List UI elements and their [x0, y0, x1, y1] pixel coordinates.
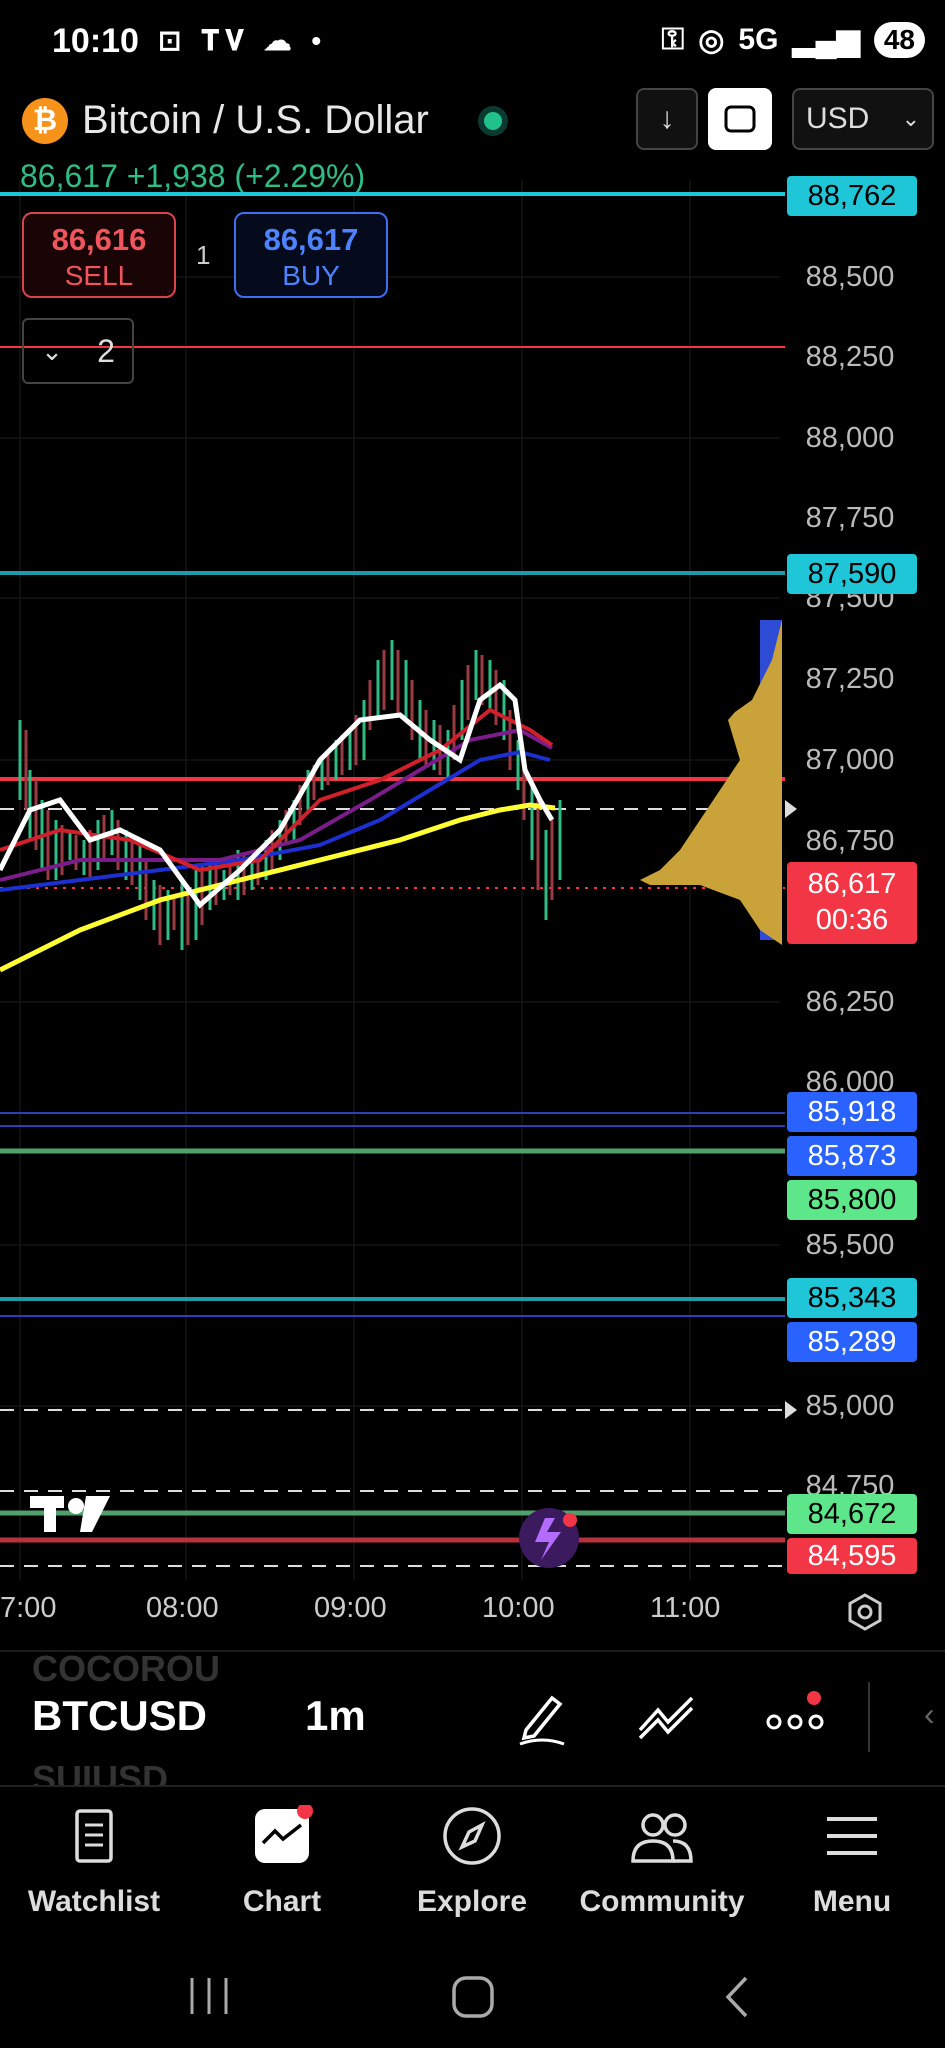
- more-options-icon[interactable]: [764, 1686, 826, 1748]
- price-axis-label: 86,750: [805, 825, 895, 857]
- price-tag: 85,918: [787, 1092, 917, 1132]
- buy-label: BUY: [282, 260, 340, 291]
- drawing-pen-icon[interactable]: [512, 1686, 574, 1748]
- hotspot-icon: ◎: [698, 23, 725, 57]
- nav-label: Explore: [416, 1885, 528, 1918]
- nav-label: Watchlist: [27, 1885, 161, 1918]
- time-axis-label: 09:00: [314, 1592, 387, 1624]
- price-axis-label: 87,250: [805, 663, 895, 695]
- price-tag: 85,800: [787, 1180, 917, 1220]
- bottom-navigation: Watchlist Chart Explore Community Menu: [0, 1785, 945, 1942]
- indicators-collapse-button[interactable]: ⌄ 2: [22, 318, 134, 384]
- symbol-selector[interactable]: BTCUSD: [32, 1692, 207, 1740]
- watchlist-icon: [75, 1809, 113, 1863]
- price-axis-label: 86,250: [805, 986, 895, 1018]
- time-axis-label: 10:00: [482, 1592, 555, 1624]
- interval-selector[interactable]: 1m: [305, 1692, 366, 1740]
- nav-menu[interactable]: Menu: [772, 1805, 932, 1919]
- status-notification-icons: ⊡ 𝐓𝐕 ☁ •: [158, 25, 328, 56]
- hamburger-menu-icon: [827, 1817, 877, 1855]
- toolbar-divider: [868, 1682, 870, 1752]
- buy-price: 86,617: [263, 222, 359, 257]
- status-right-group: ⚿ ◎ 5G ▂▄▆ 48: [661, 22, 925, 58]
- time-axis-label: 08:00: [146, 1592, 219, 1624]
- symbol-title[interactable]: Bitcoin / U.S. Dollar: [82, 98, 429, 143]
- status-time: 10:10: [52, 22, 139, 60]
- back-icon[interactable]: [722, 1974, 752, 2020]
- time-axis-label: 11:00: [650, 1592, 721, 1624]
- chevron-down-icon: ⌄: [901, 106, 920, 131]
- network-label: 5G: [738, 23, 779, 56]
- key-icon: ⚿: [661, 23, 685, 56]
- chevron-left-icon[interactable]: ‹: [924, 1696, 935, 1733]
- ai-assistant-icon: [519, 1508, 579, 1568]
- nav-label: Chart: [242, 1885, 322, 1918]
- chevron-down-icon: ⌄: [41, 335, 63, 366]
- price-tag: 87,590: [787, 554, 917, 594]
- nav-label: Community: [579, 1885, 745, 1918]
- chart-toolbar: COCOROU BTCUSD 1m SUIUSD ‹: [0, 1648, 945, 1799]
- price-tag: 85,289: [787, 1322, 917, 1362]
- price-tag: 88,762: [787, 176, 917, 216]
- price-tag: 84,672: [787, 1494, 917, 1534]
- currency-label: USD: [806, 102, 870, 135]
- signal-icon: ▂▄▆: [792, 23, 860, 57]
- home-icon[interactable]: [450, 1974, 496, 2020]
- community-icon: [631, 1813, 693, 1863]
- recent-apps-icon[interactable]: [186, 1974, 232, 2018]
- axis-arrow-icon: [785, 800, 797, 818]
- sell-price: 86,616: [51, 222, 147, 257]
- fullscreen-button[interactable]: [708, 88, 772, 150]
- bar-countdown: 00:36: [815, 904, 889, 936]
- volume-profile: [640, 620, 782, 945]
- price-chart[interactable]: 88,500 88,250 88,000 87,750 87,500 87,250 87,0…: [0, 176, 945, 1580]
- chart-settings-icon[interactable]: [845, 1592, 885, 1632]
- price-axis-label: 87,750: [805, 502, 895, 534]
- buy-button[interactable]: 86,617 BUY: [234, 212, 388, 298]
- download-arrow-button[interactable]: ↓: [636, 88, 698, 150]
- sell-label: SELL: [64, 260, 134, 291]
- compass-icon: [443, 1807, 501, 1865]
- prev-symbol-ghost: COCOROU: [32, 1648, 220, 1689]
- fullscreen-icon: [724, 105, 756, 133]
- market-open-indicator: [478, 106, 508, 136]
- indicators-icon[interactable]: [636, 1686, 698, 1748]
- nav-explore[interactable]: Explore: [392, 1805, 552, 1919]
- time-axis-label: 7:00: [0, 1592, 57, 1624]
- nav-chart[interactable]: Chart: [202, 1803, 362, 1919]
- nav-community[interactable]: Community: [568, 1805, 756, 1919]
- price-axis-label: 85,500: [805, 1229, 895, 1261]
- order-quantity[interactable]: 1: [196, 240, 210, 271]
- nav-watchlist[interactable]: Watchlist: [14, 1805, 174, 1919]
- price-axis-label: 85,000: [805, 1390, 895, 1422]
- chart-icon: [255, 1803, 313, 1863]
- system-navigation-bar: [0, 1940, 945, 2048]
- battery-badge: 48: [873, 22, 925, 58]
- price-axis-label: 88,000: [805, 422, 895, 454]
- nav-label: Menu: [812, 1885, 892, 1918]
- bitcoin-logo-icon: ₿: [22, 98, 68, 144]
- price-tag: 84,595: [787, 1538, 917, 1574]
- indicators-count: 2: [97, 332, 115, 369]
- sell-button[interactable]: 86,616 SELL: [22, 212, 176, 298]
- status-bar: 10:10 ⊡ 𝐓𝐕 ☁ • ⚿ ◎ 5G ▂▄▆ 48: [0, 0, 945, 80]
- current-price: 86,617: [807, 868, 897, 900]
- price-axis-label: 88,250: [805, 341, 895, 373]
- current-price-tag: 86,617 00:36: [787, 862, 917, 944]
- price-axis-label: 88,500: [805, 261, 895, 293]
- price-axis-label: 87,000: [805, 744, 895, 776]
- candles: [18, 640, 562, 950]
- price-tag: 85,873: [787, 1136, 917, 1176]
- currency-select[interactable]: USD ⌄: [792, 88, 934, 150]
- price-tag: 85,343: [787, 1278, 917, 1318]
